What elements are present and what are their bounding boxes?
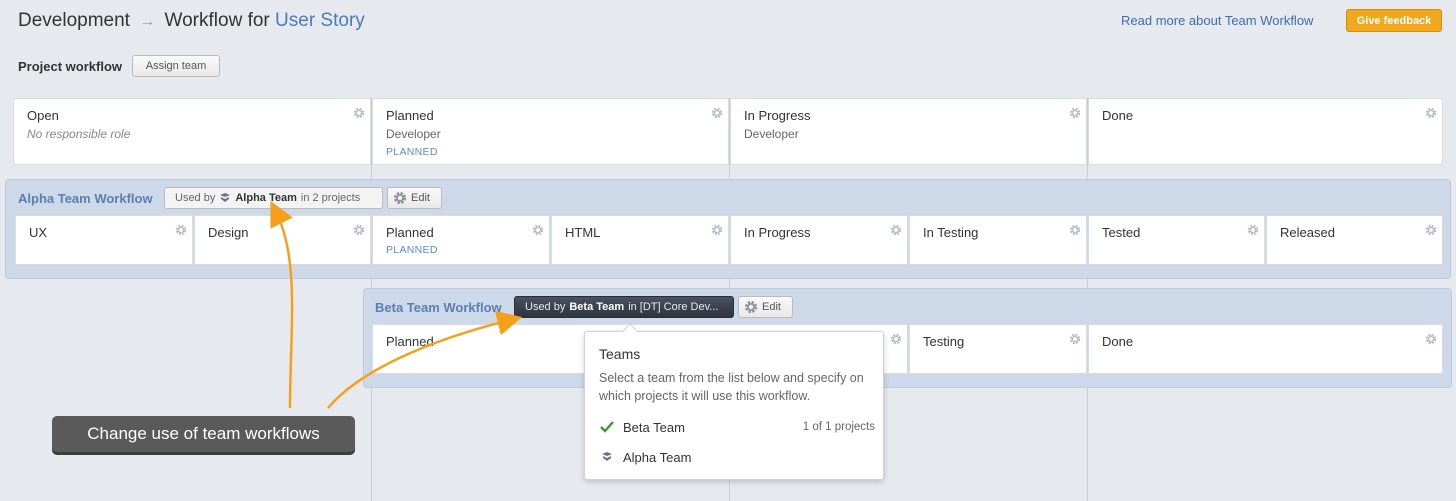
used-by-prefix: Used by	[525, 301, 566, 313]
beta-workflow-name[interactable]: Beta Team Workflow	[375, 300, 502, 315]
team-option-count: 1 of 1 projects	[802, 421, 875, 433]
state-name: Released	[1280, 225, 1335, 240]
popover-description: Select a team from the list below and sp…	[599, 371, 864, 403]
team-icon	[602, 452, 612, 461]
gear-icon[interactable]	[1069, 107, 1081, 119]
gear-icon[interactable]	[1425, 107, 1437, 119]
gear-icon[interactable]	[711, 107, 723, 119]
alpha-state-in-progress[interactable]: In Progress	[730, 215, 908, 265]
state-tag: PLANNED	[386, 146, 438, 158]
edit-label: Edit	[762, 301, 781, 313]
gear-icon[interactable]	[532, 224, 544, 236]
alpha-workflow-name[interactable]: Alpha Team Workflow	[18, 191, 153, 206]
state-card-open[interactable]: Open No responsible role	[13, 98, 371, 165]
team-option-name: Alpha Team	[623, 449, 692, 465]
alpha-edit-button[interactable]: Edit	[387, 187, 442, 209]
state-name: HTML	[565, 225, 601, 240]
state-card-in-progress[interactable]: In Progress Developer	[730, 98, 1087, 165]
state-role: Developer	[386, 127, 441, 141]
title-part1: Development	[18, 10, 130, 31]
gear-icon	[744, 300, 758, 314]
beta-edit-button[interactable]: Edit	[738, 296, 793, 318]
state-tag: PLANNED	[386, 244, 438, 256]
gear-icon[interactable]	[353, 107, 365, 119]
state-name: Planned	[386, 334, 434, 349]
title-part2: Workflow for	[164, 10, 270, 31]
gear-icon	[393, 191, 407, 205]
read-more-link[interactable]: Read more about Team Workflow	[1121, 13, 1313, 28]
alpha-state-in-testing[interactable]: In Testing	[909, 215, 1087, 265]
team-option-name: Beta Team	[623, 419, 685, 435]
state-name: Design	[208, 225, 249, 240]
state-card-done[interactable]: Done	[1088, 98, 1443, 165]
state-name: Done	[1102, 108, 1134, 123]
state-name: In Progress	[744, 108, 811, 123]
state-name: Testing	[923, 334, 965, 349]
gear-icon[interactable]	[1425, 333, 1437, 345]
popover-title: Teams	[599, 346, 641, 362]
alpha-used-by-button[interactable]: Used by Alpha Team in 2 projects	[164, 187, 383, 209]
state-role: Developer	[744, 127, 799, 141]
gear-icon[interactable]	[1069, 333, 1081, 345]
state-role: No responsible role	[27, 127, 131, 141]
alpha-state-released[interactable]: Released	[1266, 215, 1443, 265]
used-by-suffix: in 2 projects	[300, 192, 361, 204]
used-by-suffix: in [DT] Core Dev...	[628, 301, 719, 313]
project-workflow-label: Project workflow	[18, 59, 123, 74]
gear-icon[interactable]	[353, 224, 365, 236]
team-option-alpha[interactable]: Alpha Team	[599, 447, 875, 467]
title-entity-link[interactable]: User Story	[275, 10, 365, 31]
team-option-beta[interactable]: Beta Team 1 of 1 projects	[599, 417, 875, 437]
check-icon	[600, 421, 614, 433]
state-name: In Testing	[923, 225, 979, 240]
state-card-planned[interactable]: Planned Developer PLANNED	[372, 98, 729, 165]
gear-icon[interactable]	[1069, 224, 1081, 236]
alpha-state-planned[interactable]: Planned PLANNED	[372, 215, 550, 265]
beta-state-testing[interactable]: Testing	[909, 324, 1087, 374]
used-by-team: Alpha Team	[235, 192, 297, 204]
popover-arrow	[621, 323, 639, 333]
state-name: Planned	[386, 108, 434, 123]
teams-popover: Teams Select a team from the list below …	[584, 323, 884, 480]
gear-icon[interactable]	[890, 333, 902, 345]
alpha-state-ux[interactable]: UX	[15, 215, 193, 265]
state-name: UX	[29, 225, 48, 240]
state-name: Done	[1102, 334, 1134, 349]
gear-icon[interactable]	[1247, 224, 1259, 236]
alpha-state-tested[interactable]: Tested	[1088, 215, 1265, 265]
gear-icon[interactable]	[711, 224, 723, 236]
state-name: Planned	[386, 225, 434, 240]
used-by-prefix: Used by	[175, 192, 216, 204]
beta-state-done[interactable]: Done	[1088, 324, 1443, 374]
title-arrow: →	[139, 13, 156, 30]
page-title: Development → Workflow for User Story	[18, 10, 365, 32]
assign-team-button[interactable]: Assign team	[132, 55, 220, 77]
used-by-team: Beta Team	[569, 301, 625, 313]
edit-label: Edit	[411, 192, 430, 204]
gear-icon[interactable]	[890, 224, 902, 236]
alpha-state-html[interactable]: HTML	[551, 215, 729, 265]
alpha-state-design[interactable]: Design	[194, 215, 371, 265]
state-name: In Progress	[744, 225, 811, 240]
gear-icon[interactable]	[1425, 224, 1437, 236]
state-name: Tested	[1102, 225, 1141, 240]
state-name: Open	[27, 108, 59, 123]
team-icon	[220, 193, 231, 202]
beta-used-by-button[interactable]: Used by Beta Team in [DT] Core Dev...	[514, 296, 734, 318]
gear-icon[interactable]	[175, 224, 187, 236]
annotation-callout: Change use of team workflows	[52, 416, 355, 452]
give-feedback-button[interactable]: Give feedback	[1346, 9, 1442, 32]
